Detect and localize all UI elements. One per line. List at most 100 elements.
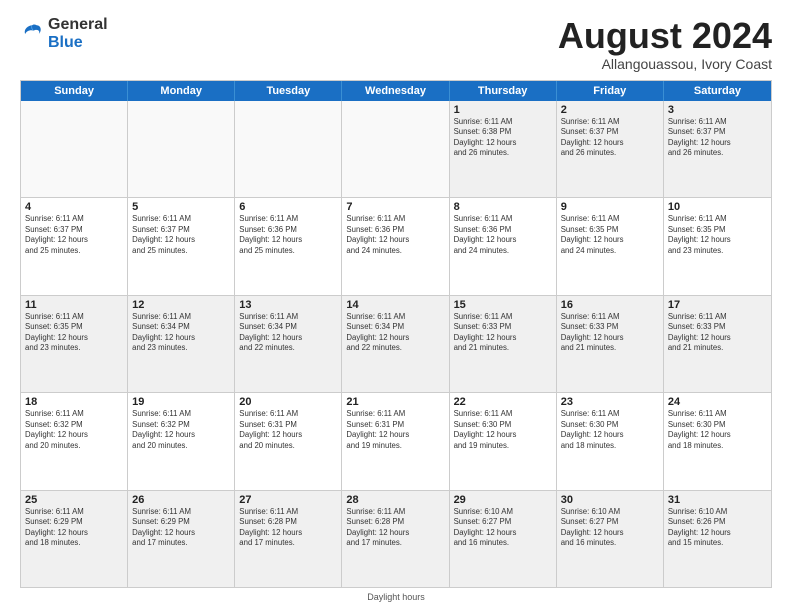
- day-of-week-header: Friday: [557, 81, 664, 101]
- day-number: 3: [668, 104, 767, 116]
- calendar-week-row: 18 Sunrise: 6:11 AM Sunset: 6:32 PM Dayli…: [21, 393, 771, 490]
- day-number: 27: [239, 494, 337, 506]
- day-number: 17: [668, 299, 767, 311]
- calendar-cell: 28Sunrise: 6:11 AM Sunset: 6:28 PM Dayli…: [342, 491, 449, 587]
- calendar-cell: 23Sunrise: 6:11 AM Sunset: 6:30 PM Dayli…: [557, 393, 664, 489]
- page: General Blue August 2024 Allangouassou, …: [0, 0, 792, 612]
- calendar-cell: 22Sunrise: 6:11 AM Sunset: 6:30 PM Dayli…: [450, 393, 557, 489]
- day-number: 23: [561, 396, 659, 408]
- logo-text: General Blue: [48, 16, 108, 51]
- calendar-cell: 26Sunrise: 6:11 AM Sunset: 6:29 PM Dayli…: [128, 491, 235, 587]
- calendar-week-row: 11Sunrise: 6:11 AM Sunset: 6:35 PM Dayli…: [21, 296, 771, 393]
- day-number: 14: [346, 299, 444, 311]
- day-info: Sunrise: 6:11 AM Sunset: 6:31 PM Dayligh…: [239, 409, 337, 451]
- calendar-cell: 21Sunrise: 6:11 AM Sunset: 6:31 PM Dayli…: [342, 393, 449, 489]
- calendar-cell: 31Sunrise: 6:10 AM Sunset: 6:26 PM Dayli…: [664, 491, 771, 587]
- day-info: Sunrise: 6:11 AM Sunset: 6:29 PM Dayligh…: [132, 507, 230, 549]
- day-info: Sunrise: 6:11 AM Sunset: 6:35 PM Dayligh…: [25, 312, 123, 354]
- calendar-cell: 24Sunrise: 6:11 AM Sunset: 6:30 PM Dayli…: [664, 393, 771, 489]
- day-number: 28: [346, 494, 444, 506]
- calendar-cell: 2Sunrise: 6:11 AM Sunset: 6:37 PM Daylig…: [557, 101, 664, 197]
- location: Allangouassou, Ivory Coast: [558, 56, 772, 72]
- calendar-cell: 1Sunrise: 6:11 AM Sunset: 6:38 PM Daylig…: [450, 101, 557, 197]
- day-number: 12: [132, 299, 230, 311]
- calendar-cell: 9Sunrise: 6:11 AM Sunset: 6:35 PM Daylig…: [557, 198, 664, 294]
- day-number: 1: [454, 104, 552, 116]
- day-info: Sunrise: 6:11 AM Sunset: 6:35 PM Dayligh…: [561, 214, 659, 256]
- calendar-cell: [128, 101, 235, 197]
- day-number: 13: [239, 299, 337, 311]
- calendar-week-row: 1Sunrise: 6:11 AM Sunset: 6:38 PM Daylig…: [21, 101, 771, 198]
- day-number: 18: [25, 396, 123, 408]
- day-info: Sunrise: 6:11 AM Sunset: 6:37 PM Dayligh…: [132, 214, 230, 256]
- day-info: Sunrise: 6:10 AM Sunset: 6:26 PM Dayligh…: [668, 507, 767, 549]
- footer-note: Daylight hours: [20, 592, 772, 602]
- logo-general: General: [48, 16, 108, 33]
- day-info: Sunrise: 6:11 AM Sunset: 6:32 PM Dayligh…: [132, 409, 230, 451]
- day-info: Sunrise: 6:11 AM Sunset: 6:37 PM Dayligh…: [25, 214, 123, 256]
- day-info: Sunrise: 6:11 AM Sunset: 6:34 PM Dayligh…: [132, 312, 230, 354]
- day-number: 30: [561, 494, 659, 506]
- logo-bird-icon: [20, 22, 44, 46]
- day-info: Sunrise: 6:11 AM Sunset: 6:28 PM Dayligh…: [239, 507, 337, 549]
- calendar-cell: 12Sunrise: 6:11 AM Sunset: 6:34 PM Dayli…: [128, 296, 235, 392]
- day-info: Sunrise: 6:11 AM Sunset: 6:33 PM Dayligh…: [454, 312, 552, 354]
- day-number: 10: [668, 201, 767, 213]
- calendar-cell: 27Sunrise: 6:11 AM Sunset: 6:28 PM Dayli…: [235, 491, 342, 587]
- day-info: Sunrise: 6:11 AM Sunset: 6:36 PM Dayligh…: [346, 214, 444, 256]
- day-info: Sunrise: 6:11 AM Sunset: 6:34 PM Dayligh…: [239, 312, 337, 354]
- day-number: 2: [561, 104, 659, 116]
- day-number: 5: [132, 201, 230, 213]
- day-info: Sunrise: 6:11 AM Sunset: 6:38 PM Dayligh…: [454, 117, 552, 159]
- day-of-week-header: Thursday: [450, 81, 557, 101]
- day-of-week-header: Monday: [128, 81, 235, 101]
- title-block: August 2024 Allangouassou, Ivory Coast: [558, 16, 772, 72]
- day-number: 8: [454, 201, 552, 213]
- calendar-cell: 20Sunrise: 6:11 AM Sunset: 6:31 PM Dayli…: [235, 393, 342, 489]
- month-title: August 2024: [558, 16, 772, 56]
- day-number: 31: [668, 494, 767, 506]
- day-info: Sunrise: 6:11 AM Sunset: 6:33 PM Dayligh…: [668, 312, 767, 354]
- calendar-cell: 14Sunrise: 6:11 AM Sunset: 6:34 PM Dayli…: [342, 296, 449, 392]
- day-number: 29: [454, 494, 552, 506]
- day-of-week-header: Sunday: [21, 81, 128, 101]
- day-number: 7: [346, 201, 444, 213]
- day-info: Sunrise: 6:11 AM Sunset: 6:33 PM Dayligh…: [561, 312, 659, 354]
- calendar-cell: 3Sunrise: 6:11 AM Sunset: 6:37 PM Daylig…: [664, 101, 771, 197]
- calendar-cell: 4Sunrise: 6:11 AM Sunset: 6:37 PM Daylig…: [21, 198, 128, 294]
- day-info: Sunrise: 6:11 AM Sunset: 6:29 PM Dayligh…: [25, 507, 123, 549]
- day-of-week-header: Tuesday: [235, 81, 342, 101]
- day-number: 22: [454, 396, 552, 408]
- calendar-cell: 17Sunrise: 6:11 AM Sunset: 6:33 PM Dayli…: [664, 296, 771, 392]
- calendar-cell: 16Sunrise: 6:11 AM Sunset: 6:33 PM Dayli…: [557, 296, 664, 392]
- calendar-header: SundayMondayTuesdayWednesdayThursdayFrid…: [21, 81, 771, 101]
- calendar-cell: 7Sunrise: 6:11 AM Sunset: 6:36 PM Daylig…: [342, 198, 449, 294]
- calendar-week-row: 4Sunrise: 6:11 AM Sunset: 6:37 PM Daylig…: [21, 198, 771, 295]
- calendar-cell: 30Sunrise: 6:10 AM Sunset: 6:27 PM Dayli…: [557, 491, 664, 587]
- day-info: Sunrise: 6:11 AM Sunset: 6:34 PM Dayligh…: [346, 312, 444, 354]
- day-number: 16: [561, 299, 659, 311]
- calendar: SundayMondayTuesdayWednesdayThursdayFrid…: [20, 80, 772, 588]
- day-info: Sunrise: 6:11 AM Sunset: 6:30 PM Dayligh…: [561, 409, 659, 451]
- day-number: 6: [239, 201, 337, 213]
- day-info: Sunrise: 6:11 AM Sunset: 6:35 PM Dayligh…: [668, 214, 767, 256]
- day-of-week-header: Wednesday: [342, 81, 449, 101]
- calendar-body: 1Sunrise: 6:11 AM Sunset: 6:38 PM Daylig…: [21, 101, 771, 587]
- calendar-cell: 18Sunrise: 6:11 AM Sunset: 6:32 PM Dayli…: [21, 393, 128, 489]
- day-number: 26: [132, 494, 230, 506]
- day-info: Sunrise: 6:11 AM Sunset: 6:28 PM Dayligh…: [346, 507, 444, 549]
- calendar-cell: 25Sunrise: 6:11 AM Sunset: 6:29 PM Dayli…: [21, 491, 128, 587]
- calendar-cell: 15Sunrise: 6:11 AM Sunset: 6:33 PM Dayli…: [450, 296, 557, 392]
- day-info: Sunrise: 6:11 AM Sunset: 6:36 PM Dayligh…: [239, 214, 337, 256]
- day-info: Sunrise: 6:11 AM Sunset: 6:30 PM Dayligh…: [454, 409, 552, 451]
- day-info: Sunrise: 6:10 AM Sunset: 6:27 PM Dayligh…: [561, 507, 659, 549]
- day-of-week-header: Saturday: [664, 81, 771, 101]
- day-info: Sunrise: 6:11 AM Sunset: 6:36 PM Dayligh…: [454, 214, 552, 256]
- calendar-cell: 11Sunrise: 6:11 AM Sunset: 6:35 PM Dayli…: [21, 296, 128, 392]
- day-number: 19: [132, 396, 230, 408]
- day-number: 4: [25, 201, 123, 213]
- day-info: Sunrise: 6:11 AM Sunset: 6:37 PM Dayligh…: [668, 117, 767, 159]
- calendar-cell: [342, 101, 449, 197]
- logo-blue: Blue: [48, 34, 83, 51]
- logo: General Blue: [20, 16, 108, 51]
